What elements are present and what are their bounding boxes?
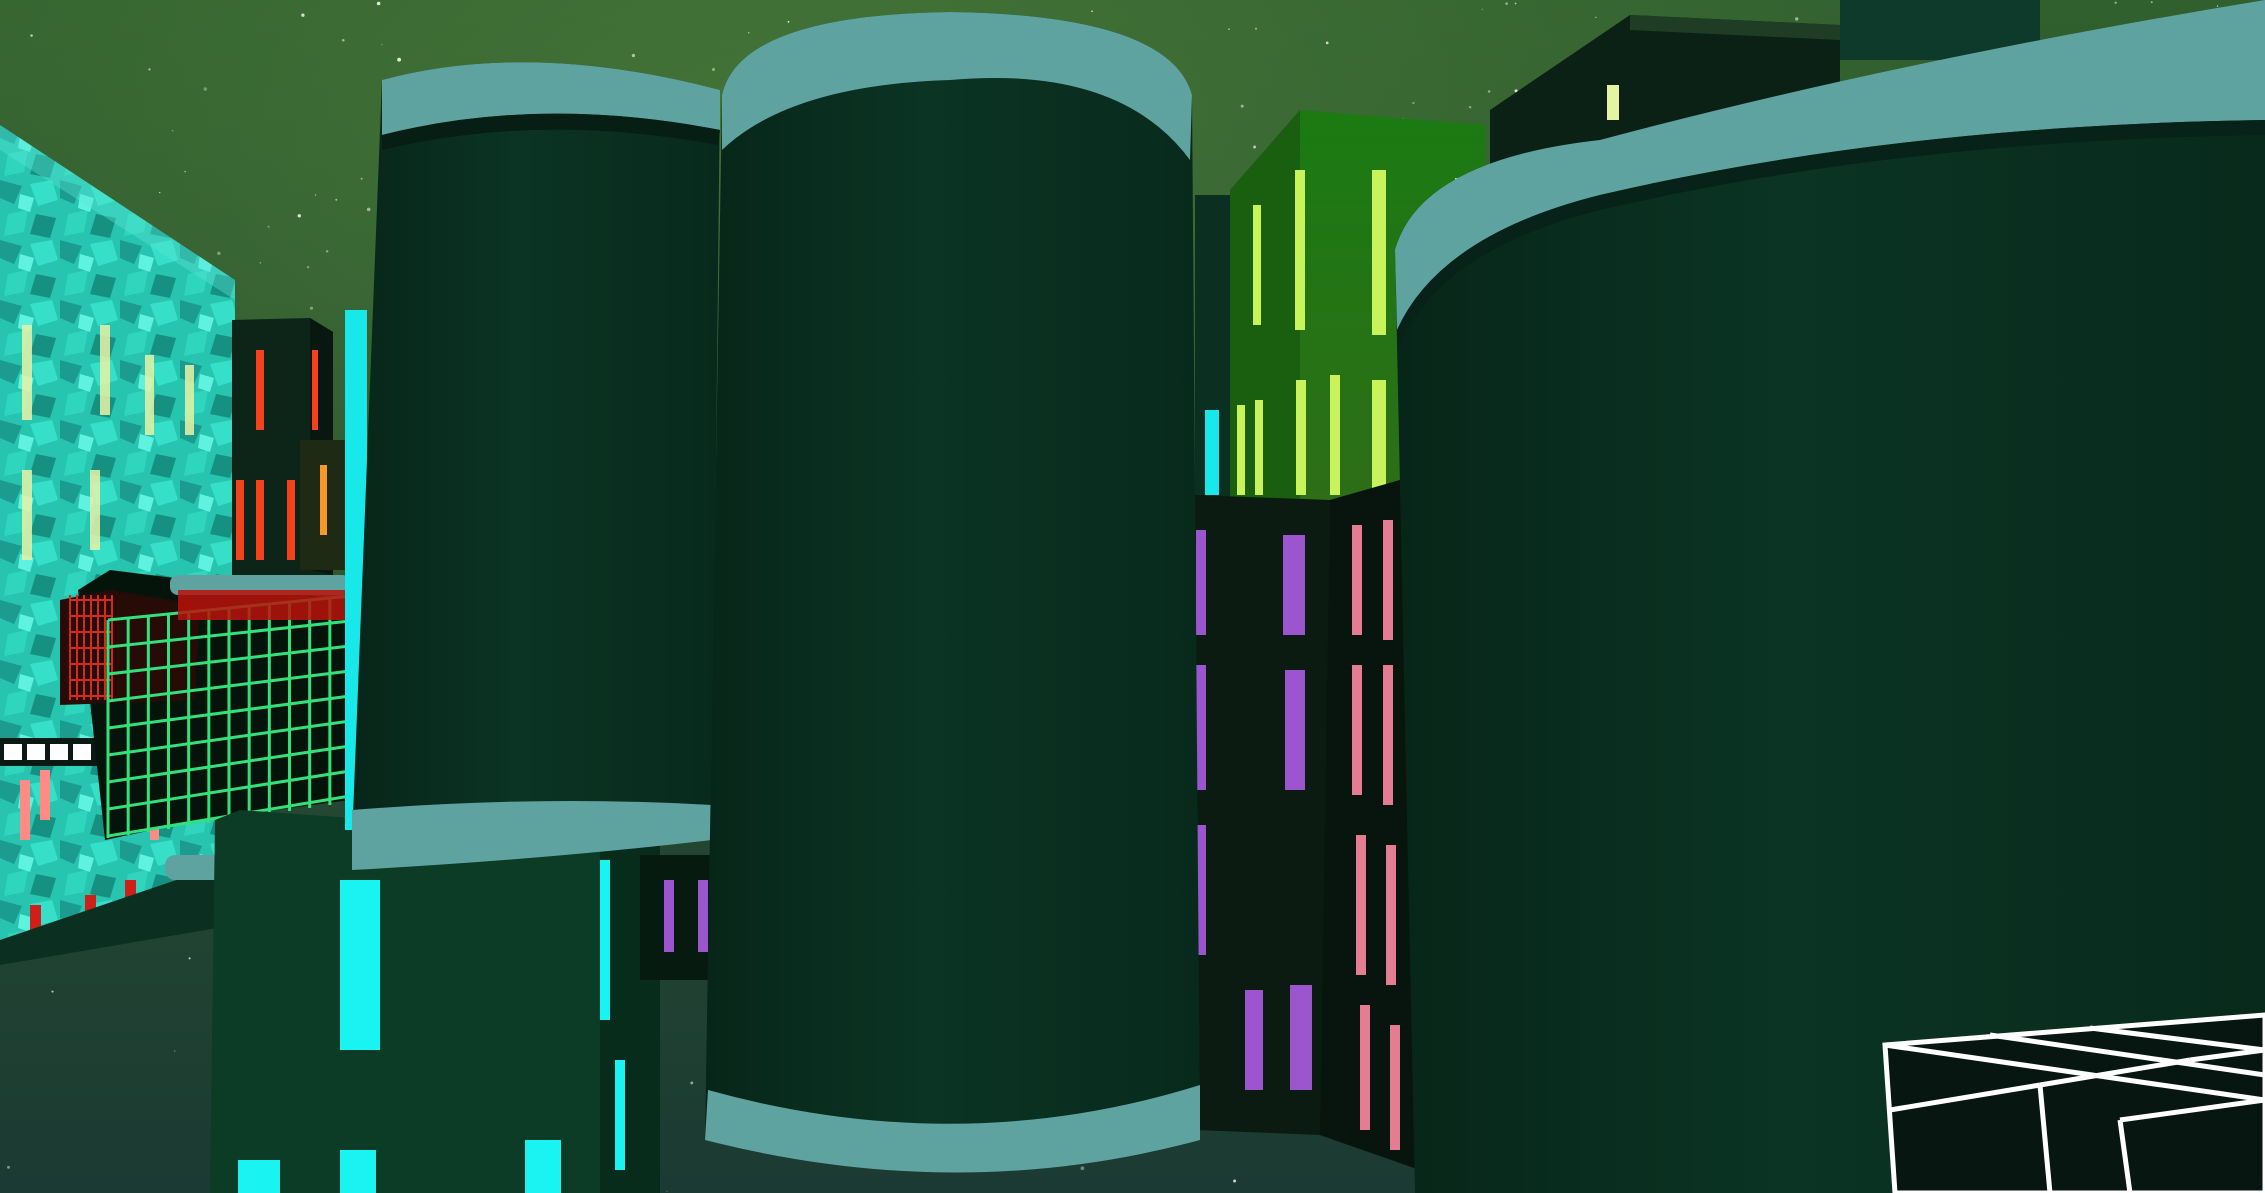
star	[325, 250, 329, 253]
star	[51, 990, 54, 993]
star	[1795, 17, 1799, 21]
star	[690, 1081, 694, 1085]
star	[267, 225, 270, 228]
star	[631, 53, 636, 58]
cylindrical-pillar-center	[705, 12, 1200, 1173]
cylindrical-pillar-left	[352, 62, 720, 870]
star	[188, 957, 191, 960]
star	[397, 57, 402, 62]
star	[297, 214, 301, 218]
star	[1412, 101, 1415, 105]
star	[376, 1, 381, 6]
star	[1228, 28, 1230, 31]
purple-pink-window-tower	[1195, 480, 1420, 1170]
star	[1595, 16, 1597, 19]
star	[666, 1190, 668, 1192]
star	[203, 87, 208, 91]
star	[309, 306, 314, 310]
star	[335, 198, 338, 201]
star	[1505, 2, 1508, 5]
star	[2150, 1, 2153, 4]
star	[7, 1165, 10, 1169]
white-grid-platform	[1882, 1012, 2265, 1193]
star	[171, 129, 174, 132]
cylindrical-pillar-right	[1395, 0, 2265, 1193]
purple-window-strip	[640, 855, 710, 980]
star	[342, 38, 345, 42]
star	[301, 13, 305, 17]
star	[748, 32, 750, 34]
star	[1253, 145, 1257, 149]
game-viewport[interactable]	[0, 0, 2265, 1193]
star	[1514, 2, 1517, 5]
star	[306, 265, 310, 269]
star	[158, 191, 161, 194]
star	[366, 207, 371, 212]
star	[174, 1050, 176, 1052]
star	[1080, 1166, 1085, 1171]
star	[184, 170, 186, 173]
star	[1481, 8, 1483, 10]
star	[2216, 5, 2219, 7]
star	[1487, 90, 1491, 93]
star	[1468, 105, 1472, 109]
red-window-tower	[232, 318, 345, 580]
star	[1091, 10, 1093, 13]
star	[360, 177, 363, 180]
star	[1233, 1179, 1237, 1183]
star	[314, 194, 317, 196]
star	[787, 20, 790, 23]
star	[1254, 27, 1258, 30]
star	[148, 68, 151, 71]
star	[381, 43, 383, 46]
star	[1240, 104, 1244, 108]
star	[1325, 41, 1329, 45]
star	[711, 67, 716, 72]
star	[30, 34, 33, 37]
star	[2114, 1, 2117, 4]
star	[259, 262, 262, 264]
star	[217, 251, 221, 256]
